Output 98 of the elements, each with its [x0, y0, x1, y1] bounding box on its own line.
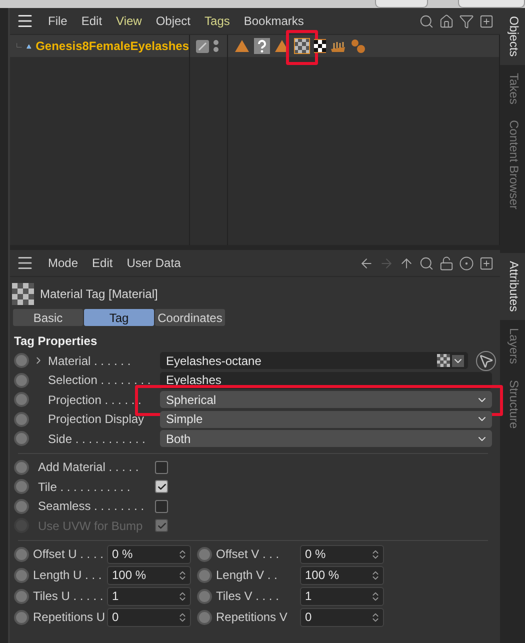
visibility-dots-icon[interactable]	[213, 39, 219, 53]
stepper-arrows-icon[interactable]	[370, 570, 381, 580]
field-label: Projection . . . . . .	[48, 392, 142, 407]
keyframe-dot-icon[interactable]	[14, 610, 29, 624]
number-field[interactable]: 100 %	[300, 566, 384, 584]
keyframe-dot-icon[interactable]	[14, 460, 29, 475]
keyframe-dot-icon[interactable]	[14, 412, 29, 427]
side-tab[interactable]: Structure	[500, 372, 525, 436]
checkbox[interactable]	[155, 480, 168, 494]
search-icon[interactable]	[419, 14, 434, 28]
side-tab[interactable]: Objects	[500, 8, 525, 65]
keyframe-dot-icon[interactable]	[197, 588, 212, 604]
section-title: Tag Properties	[13, 333, 98, 350]
keyframe-dot-icon[interactable]	[14, 392, 29, 408]
side-tab[interactable]: Content Browser	[500, 112, 525, 218]
chevron-down-icon[interactable]	[452, 354, 464, 367]
field-label: Length V . .	[216, 568, 278, 582]
checkbox-label: Tile . . . . . . . . . . .	[38, 480, 132, 494]
menu-icon[interactable]	[16, 12, 34, 30]
lock-icon[interactable]	[439, 256, 454, 270]
number-field[interactable]: 0 %	[300, 544, 384, 564]
menu-item[interactable]: Edit	[81, 14, 102, 28]
menu-item[interactable]: Object	[156, 14, 191, 28]
number-field[interactable]: 0	[300, 608, 384, 626]
side-tab[interactable]: Attributes	[500, 253, 525, 320]
menu-icon[interactable]	[16, 254, 34, 272]
tab[interactable]: Basic	[13, 309, 83, 326]
stepper-arrows-icon[interactable]	[370, 548, 381, 560]
menu-item[interactable]: User Data	[126, 256, 181, 270]
stepper-arrows-icon[interactable]	[177, 590, 188, 602]
side-tab[interactable]: Layers	[500, 320, 525, 372]
number-field[interactable]: 100 %	[107, 566, 191, 584]
number-field[interactable]: 1	[107, 586, 191, 606]
number-field[interactable]: 0 %	[107, 544, 191, 564]
keyframe-dot-icon[interactable]	[14, 479, 29, 494]
material-checker-icon	[437, 354, 450, 368]
number-field[interactable]: 0	[107, 608, 191, 626]
menu-item[interactable]: Mode	[48, 256, 78, 270]
dropdown[interactable]: Both	[160, 430, 492, 448]
checkbox[interactable]	[155, 460, 168, 474]
material-tag-icon	[294, 38, 310, 54]
field-label: Offset U . . . .	[33, 547, 103, 561]
material-checker-icon	[12, 283, 34, 305]
menu-item[interactable]: File	[48, 14, 68, 28]
plus-square-icon[interactable]	[479, 14, 494, 28]
stepper-arrows-icon[interactable]	[177, 570, 188, 580]
keyframe-dot-icon[interactable]	[14, 588, 29, 604]
search-icon[interactable]	[419, 256, 434, 270]
keyframe-dot-icon[interactable]	[197, 610, 212, 624]
field-label: Material . . . . . .	[48, 354, 132, 368]
slash-box-icon[interactable]	[196, 40, 209, 52]
field-label: Repetitions U	[33, 610, 103, 624]
field-label: Tiles V . . . .	[216, 589, 280, 603]
menu-item[interactable]: Edit	[92, 256, 113, 270]
menu-item[interactable]: Bookmarks	[244, 14, 304, 28]
input-field[interactable]: Eyelashes-octane	[160, 352, 468, 370]
window-tab[interactable]	[458, 0, 525, 8]
pointer-icon[interactable]	[476, 350, 496, 371]
field-label: Selection . . . . . . . .	[48, 373, 152, 388]
number-field[interactable]: 1	[300, 586, 384, 606]
checkbox-label: Seamless . . . . . . . .	[38, 499, 146, 514]
plus-square-icon[interactable]	[479, 256, 494, 270]
field-label: Length U . . .	[33, 568, 103, 582]
keyframe-dot-icon[interactable]	[14, 498, 29, 514]
stepper-arrows-icon[interactable]	[370, 590, 381, 602]
menu-item[interactable]: View	[116, 14, 142, 28]
side-tab[interactable]: Takes	[500, 64, 525, 112]
keyframe-dot-icon[interactable]	[14, 372, 29, 388]
menu-item[interactable]: Tags	[204, 14, 230, 28]
tab[interactable]: Tag	[84, 309, 154, 326]
stepper-arrows-icon[interactable]	[177, 548, 188, 560]
keyframe-dot-icon[interactable]	[14, 568, 29, 582]
filter-icon[interactable]	[459, 14, 474, 28]
house-icon[interactable]	[439, 14, 454, 28]
keyframe-dot-icon[interactable]	[197, 568, 212, 582]
checker-icon[interactable]	[314, 39, 326, 53]
stepper-arrows-icon[interactable]	[370, 612, 381, 622]
stepper-arrows-icon[interactable]	[177, 612, 188, 622]
target-icon[interactable]	[459, 256, 474, 270]
dropdown[interactable]: Simple	[160, 410, 492, 428]
field-label: Side . . . . . . . . . . .	[48, 432, 146, 446]
keyframe-dot-icon[interactable]	[14, 431, 29, 446]
attributes-title: Material Tag [Material]	[40, 287, 158, 301]
keyframe-dot-icon[interactable]	[14, 546, 29, 562]
field-label: Offset V . . .	[216, 547, 280, 561]
checkbox[interactable]	[155, 500, 168, 513]
field-label: Tiles U . . . . .	[33, 589, 103, 603]
keyframe-dot-icon[interactable]	[14, 353, 29, 368]
spheres-icon[interactable]	[350, 38, 366, 54]
triangle-icon[interactable]	[234, 38, 250, 54]
dropdown[interactable]: Spherical	[160, 391, 492, 408]
checkbox-label: Add Material . . . . .	[38, 460, 140, 474]
question-icon[interactable]	[254, 38, 270, 54]
field-label: Repetitions V	[216, 610, 288, 624]
keyframe-dot-icon[interactable]	[197, 546, 212, 562]
field-label: Projection Display	[48, 412, 146, 426]
window-tab[interactable]	[375, 0, 428, 8]
tab[interactable]: Coordinates	[155, 309, 225, 326]
